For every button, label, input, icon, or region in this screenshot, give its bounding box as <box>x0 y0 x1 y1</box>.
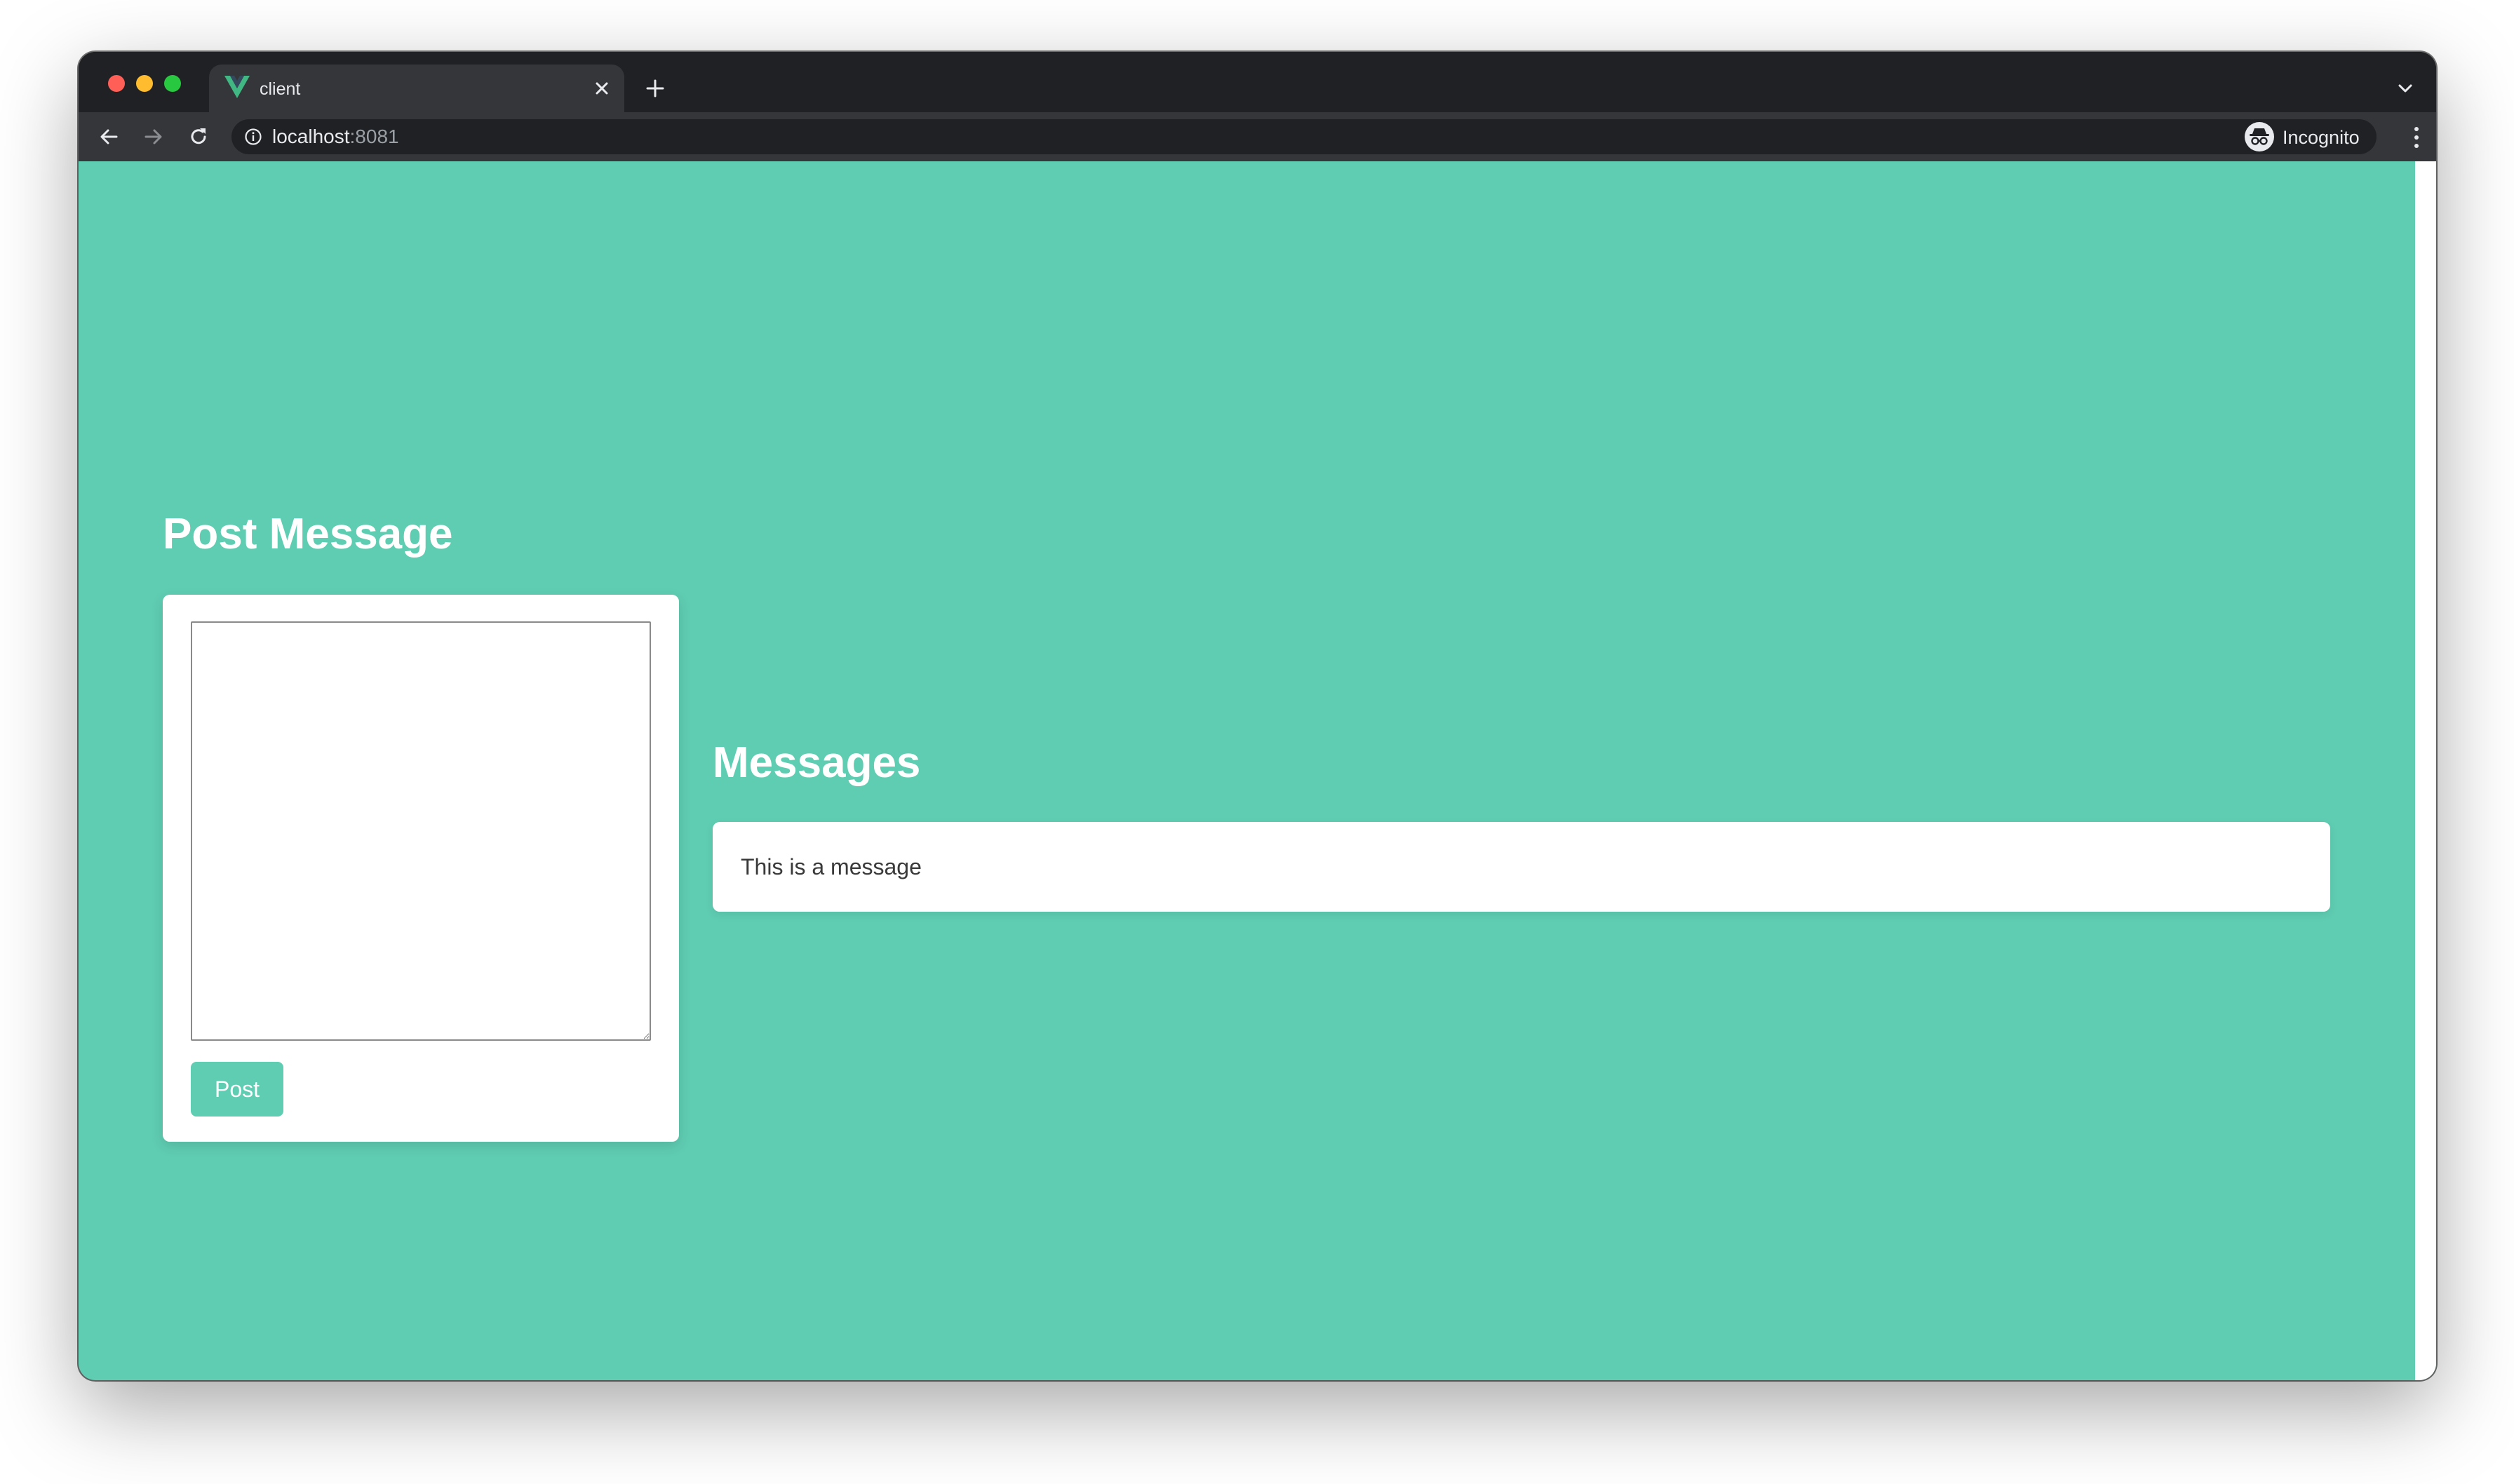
arrow-right-icon[interactable] <box>137 121 170 153</box>
close-window-button[interactable] <box>108 75 125 92</box>
minimize-window-button[interactable] <box>136 75 153 92</box>
info-icon[interactable] <box>244 128 262 146</box>
plus-icon[interactable] <box>641 74 669 102</box>
scrollbar[interactable] <box>2415 161 2436 1380</box>
post-message-heading: Post Message <box>163 510 453 558</box>
message-text: This is a message <box>741 854 922 879</box>
messages-heading: Messages <box>713 738 921 787</box>
maximize-window-button[interactable] <box>164 75 181 92</box>
post-message-card: Post <box>163 595 679 1142</box>
incognito-profile-button[interactable]: Incognito <box>2242 119 2377 154</box>
browser-window: client localhost:8081 Incognito Post Mes… <box>79 52 2436 1380</box>
profile-label: Incognito <box>2283 127 2360 148</box>
page-viewport: Post Message Post Messages This is a mes… <box>79 161 2436 1380</box>
url-port: :8081 <box>349 126 399 147</box>
address-bar[interactable]: localhost:8081 <box>231 119 2304 154</box>
message-item: This is a message <box>713 822 2330 912</box>
message-textarea[interactable] <box>191 621 651 1041</box>
vue-logo-icon <box>224 76 250 100</box>
browser-toolbar: localhost:8081 Incognito <box>79 112 2436 161</box>
url-text: localhost:8081 <box>272 126 399 147</box>
tab-strip: client <box>79 52 2436 112</box>
reload-icon[interactable] <box>182 121 215 153</box>
tab-title: client <box>260 79 301 99</box>
close-icon[interactable] <box>591 77 613 100</box>
arrow-left-icon[interactable] <box>93 121 125 153</box>
post-button[interactable]: Post <box>191 1062 283 1117</box>
chevron-down-icon[interactable] <box>2394 77 2416 100</box>
kebab-menu-icon[interactable] <box>2412 125 2421 150</box>
incognito-icon <box>2245 122 2274 151</box>
tab-client[interactable]: client <box>209 65 624 112</box>
url-host: localhost <box>272 126 350 147</box>
